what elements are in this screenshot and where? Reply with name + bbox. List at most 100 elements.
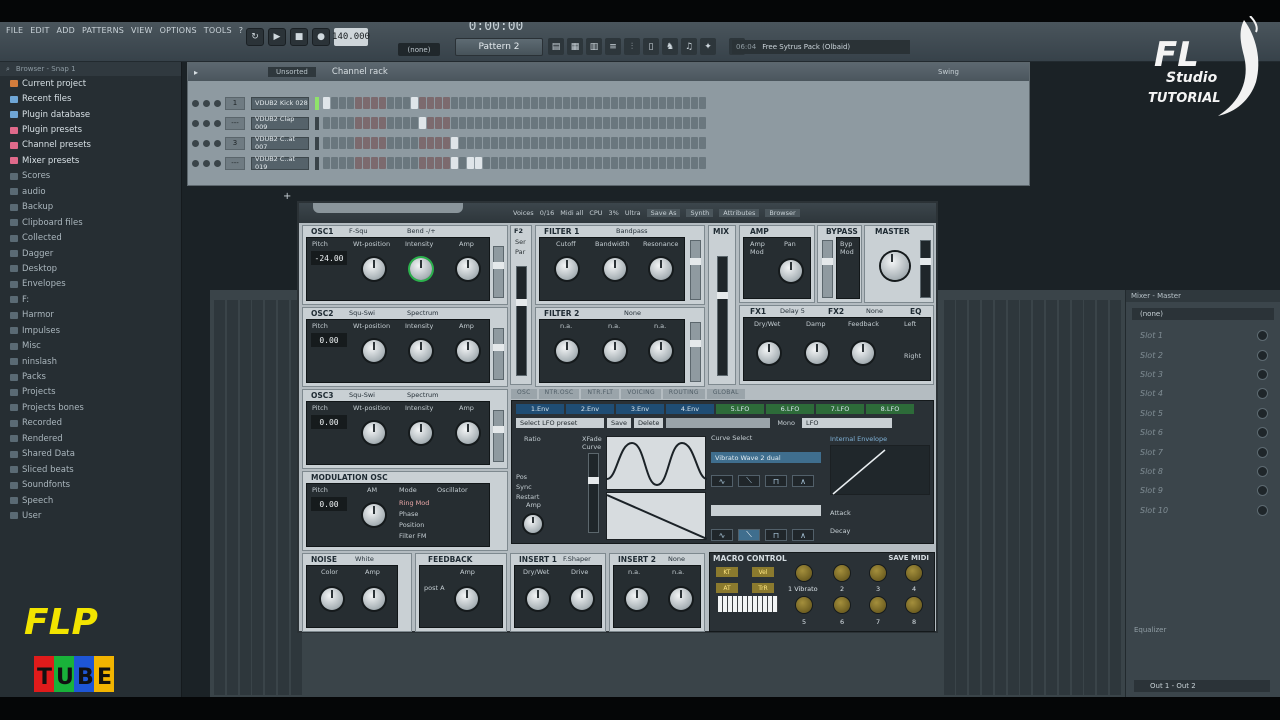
channel-name-button[interactable]: VDUB2 C..at 007 bbox=[251, 135, 309, 151]
channel-name-button[interactable]: VDUB2 Kick 028 bbox=[251, 96, 309, 110]
step-button[interactable] bbox=[411, 137, 418, 149]
step-button[interactable] bbox=[371, 97, 378, 109]
channel-select-led[interactable] bbox=[315, 96, 319, 110]
plugin-icon[interactable]: ♞ bbox=[662, 38, 678, 55]
step-button[interactable] bbox=[659, 117, 666, 129]
osc1-wave-selector[interactable]: F-Squ bbox=[349, 227, 367, 235]
step-button[interactable] bbox=[491, 97, 498, 109]
slot-mix-knob[interactable] bbox=[1257, 388, 1268, 400]
macro-knob-1[interactable] bbox=[796, 565, 812, 581]
step-button[interactable] bbox=[571, 137, 578, 149]
f2-routing-slider[interactable] bbox=[516, 266, 527, 376]
step-button[interactable] bbox=[563, 157, 570, 169]
modosc-am-knob[interactable] bbox=[363, 504, 385, 526]
browser-item[interactable]: Recorded bbox=[0, 416, 181, 431]
browser-item[interactable]: ninslash bbox=[0, 354, 181, 369]
step-button[interactable] bbox=[451, 157, 458, 169]
osc3-wave-selector[interactable]: Squ-Swi bbox=[349, 391, 375, 399]
volume-knob[interactable] bbox=[214, 159, 221, 167]
lfo-delete-button[interactable]: Delete bbox=[633, 418, 664, 428]
bypass-title[interactable]: BYPASS bbox=[826, 227, 858, 236]
fx1-damp-knob[interactable] bbox=[806, 342, 828, 364]
tab-routing[interactable]: ROUTING bbox=[662, 389, 705, 399]
step-button[interactable] bbox=[331, 137, 338, 149]
osc1-intensity-knob[interactable] bbox=[410, 258, 432, 280]
env-tab-3[interactable]: 3.Env bbox=[616, 404, 664, 414]
step-button[interactable] bbox=[547, 137, 554, 149]
noise-type-selector[interactable]: White bbox=[355, 555, 374, 563]
channel-select-led[interactable] bbox=[315, 136, 319, 150]
step-button[interactable] bbox=[395, 137, 402, 149]
step-button[interactable] bbox=[387, 117, 394, 129]
insert1-type-selector[interactable]: F.Shaper bbox=[563, 555, 591, 563]
filter2-type-selector[interactable]: None bbox=[624, 309, 641, 317]
step-button[interactable] bbox=[619, 97, 626, 109]
step-button[interactable] bbox=[587, 117, 594, 129]
menu-edit[interactable]: EDIT bbox=[30, 26, 49, 35]
saw-down-shape-icon[interactable]: ⟍ bbox=[738, 475, 760, 487]
step-button[interactable] bbox=[611, 97, 618, 109]
step-button[interactable] bbox=[475, 97, 482, 109]
step-button[interactable] bbox=[339, 117, 346, 129]
effect-slot[interactable]: Slot 3 bbox=[1126, 365, 1280, 384]
step-button[interactable] bbox=[563, 137, 570, 149]
amp-pan-knob[interactable] bbox=[780, 260, 802, 282]
step-button[interactable] bbox=[651, 97, 658, 109]
osc1-pitch-value[interactable]: -24.00 bbox=[311, 251, 347, 265]
modosc-pitch-value[interactable]: 0.00 bbox=[311, 497, 347, 511]
step-button[interactable] bbox=[347, 137, 354, 149]
lfo-amp-knob[interactable] bbox=[524, 515, 542, 533]
step-button[interactable] bbox=[427, 97, 434, 109]
browser-item[interactable]: Current project bbox=[0, 76, 181, 91]
osc2-mode-selector[interactable]: Spectrum bbox=[407, 309, 439, 317]
snap-selector[interactable]: (none) bbox=[398, 43, 440, 56]
filter2-level-slider[interactable] bbox=[690, 322, 701, 382]
step-button[interactable] bbox=[403, 117, 410, 129]
step-button[interactable] bbox=[683, 137, 690, 149]
step-button[interactable] bbox=[491, 137, 498, 149]
step-button[interactable] bbox=[507, 117, 514, 129]
step-button[interactable] bbox=[371, 137, 378, 149]
step-button[interactable] bbox=[499, 137, 506, 149]
browser-item[interactable]: Dagger bbox=[0, 246, 181, 261]
step-button[interactable] bbox=[363, 157, 370, 169]
browser-item[interactable]: Rendered bbox=[0, 431, 181, 446]
channel-mixer-track[interactable]: --- bbox=[225, 156, 245, 170]
osc2-wave-selector[interactable]: Squ-Swi bbox=[349, 309, 375, 317]
step-button[interactable] bbox=[627, 117, 634, 129]
osc2-wt-position-knob[interactable] bbox=[363, 340, 385, 362]
piano-roll-icon[interactable]: ▦ bbox=[567, 38, 583, 55]
osc2-level-slider[interactable] bbox=[493, 328, 504, 380]
browser-item[interactable]: Packs bbox=[0, 369, 181, 384]
step-button[interactable] bbox=[475, 117, 482, 129]
tempo-display[interactable]: 140.000 bbox=[332, 28, 370, 46]
step-button[interactable] bbox=[667, 117, 674, 129]
browser-item[interactable]: Speech bbox=[0, 493, 181, 508]
menu-help[interactable]: ? bbox=[239, 26, 243, 35]
slot-mix-knob[interactable] bbox=[1257, 330, 1268, 342]
sine-shape-icon[interactable]: ∿ bbox=[711, 529, 733, 541]
step-button[interactable] bbox=[699, 157, 706, 169]
mix-slider[interactable] bbox=[717, 256, 728, 376]
channel-mixer-track[interactable]: 1 bbox=[225, 96, 245, 110]
step-button[interactable] bbox=[411, 157, 418, 169]
channel-row[interactable]: --- VDUB2 Clap 009 bbox=[192, 115, 706, 131]
osc3-pitch-value[interactable]: 0.00 bbox=[311, 415, 347, 429]
step-button[interactable] bbox=[587, 97, 594, 109]
step-button[interactable] bbox=[675, 97, 682, 109]
effect-slot[interactable]: Slot 9 bbox=[1126, 481, 1280, 500]
mixer-track-strip[interactable] bbox=[969, 300, 981, 695]
eq-title[interactable]: EQ bbox=[910, 307, 922, 316]
mixer-track-strip[interactable] bbox=[982, 300, 993, 695]
step-button[interactable] bbox=[691, 117, 698, 129]
step-button[interactable] bbox=[547, 117, 554, 129]
mono-toggle[interactable]: Mono bbox=[773, 418, 800, 428]
mute-toggle[interactable] bbox=[192, 159, 199, 167]
pan-knob[interactable] bbox=[203, 99, 210, 107]
macro-knob-8[interactable] bbox=[906, 597, 922, 613]
noise-amp-knob[interactable] bbox=[363, 588, 385, 610]
slot-mix-knob[interactable] bbox=[1257, 446, 1268, 458]
macro-keyboard-icon[interactable] bbox=[718, 596, 778, 612]
insert2-knob-1[interactable] bbox=[626, 588, 648, 610]
filter1-type-selector[interactable]: Bandpass bbox=[616, 227, 648, 235]
